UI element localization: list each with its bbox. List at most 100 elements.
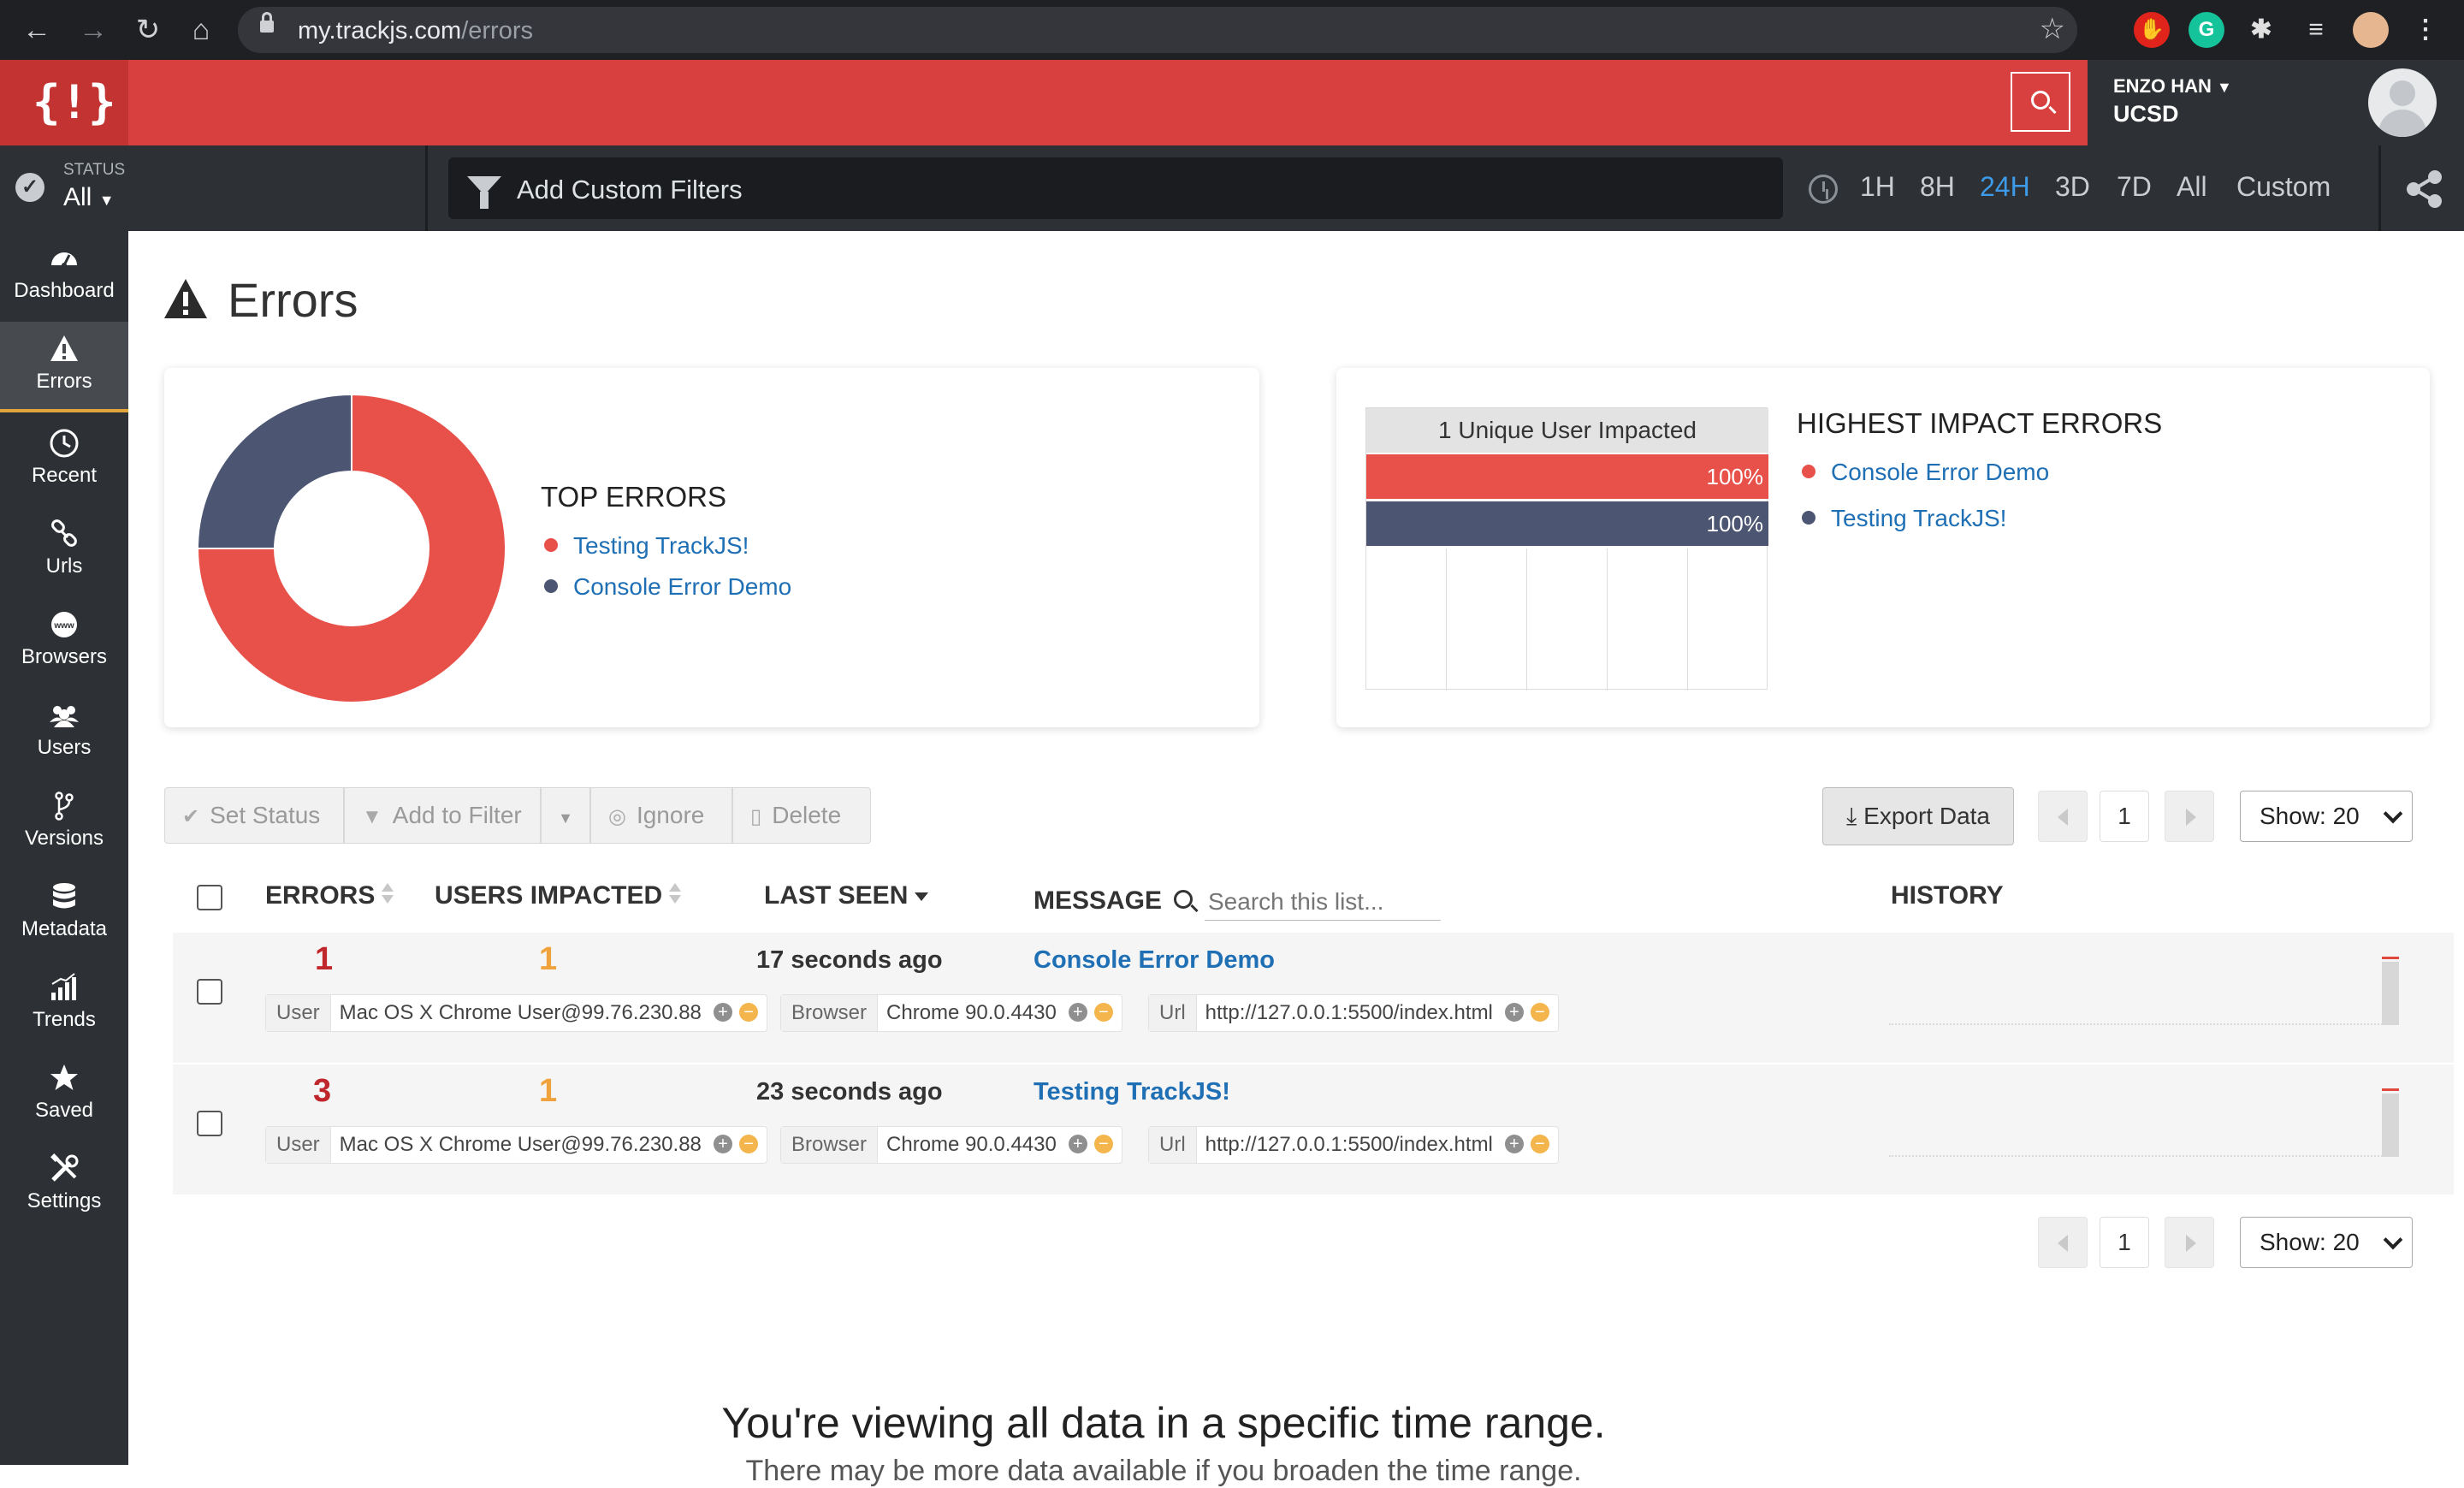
status-dropdown[interactable]: ✓ STATUS All ▼: [0, 145, 428, 231]
custom-filters-input[interactable]: Add Custom Filters: [448, 157, 1783, 219]
time-option-8h[interactable]: 8H: [1920, 171, 1955, 203]
exclude-filter-minus-icon[interactable]: −: [1093, 1134, 1113, 1153]
add-filter-plus-icon[interactable]: +: [1068, 1002, 1087, 1022]
clock-icon: [1809, 175, 1838, 204]
download-icon: ⤓: [1845, 803, 1857, 829]
sidebar-item-urls[interactable]: Urls: [0, 507, 128, 597]
sidebar-item-users[interactable]: Users: [0, 688, 128, 779]
pagination-prev-button[interactable]: [2038, 791, 2088, 842]
donut-slice[interactable]: [197, 394, 352, 549]
lock-icon: [260, 12, 274, 33]
add-filter-plus-icon[interactable]: +: [1068, 1134, 1087, 1153]
sidebar-item-metadata[interactable]: Metadata: [0, 869, 128, 960]
adblock-extension-icon[interactable]: ✋: [2134, 12, 2170, 48]
top-errors-legend-item[interactable]: Testing TrackJS!: [544, 532, 749, 560]
row-message-link[interactable]: Console Error Demo: [1034, 946, 1275, 975]
pagination-page-number[interactable]: 1: [2100, 1217, 2149, 1268]
set-status-button[interactable]: ✔ Set Status: [164, 787, 344, 844]
impact-legend-item[interactable]: Testing TrackJS!: [1802, 505, 2006, 532]
time-option-custom[interactable]: Custom: [2236, 171, 2331, 203]
time-option-all[interactable]: All: [2177, 171, 2207, 203]
user-tag: User Mac OS X Chrome User@99.76.230.88 + −: [265, 1126, 767, 1164]
chart-gridline: [1687, 548, 1688, 691]
time-option-1h[interactable]: 1H: [1860, 171, 1895, 203]
chevron-down-icon: [2383, 1230, 2403, 1250]
impact-legend-item[interactable]: Console Error Demo: [1802, 459, 2049, 486]
users-icon: [50, 706, 79, 727]
address-url: my.trackjs.com/errors: [298, 17, 533, 44]
forward-arrow-icon[interactable]: →: [74, 10, 113, 50]
message-search-input[interactable]: [1205, 883, 1441, 921]
back-arrow-icon[interactable]: ←: [17, 10, 56, 50]
check-circle-icon: ✔: [182, 805, 200, 828]
select-all-checkbox[interactable]: [197, 885, 222, 910]
time-option-3d[interactable]: 3D: [2055, 171, 2090, 203]
add-filter-plus-icon[interactable]: +: [1504, 1134, 1524, 1153]
row-users-count: 1: [539, 1073, 558, 1109]
exclude-filter-minus-icon[interactable]: −: [1530, 1002, 1549, 1022]
grammarly-extension-icon[interactable]: G: [2189, 12, 2224, 48]
link-icon: [51, 519, 77, 547]
delete-button[interactable]: ▯ Delete: [732, 787, 871, 844]
column-header-errors[interactable]: ERRORS: [265, 881, 394, 910]
pagination-prev-button[interactable]: [2038, 1217, 2088, 1268]
exclude-filter-minus-icon[interactable]: −: [1530, 1134, 1549, 1153]
add-filter-plus-icon[interactable]: +: [1504, 1002, 1524, 1022]
ignore-button[interactable]: ◎ Ignore: [590, 787, 732, 844]
home-icon[interactable]: ⌂: [181, 10, 221, 50]
status-value: All ▼: [63, 183, 115, 211]
add-to-filter-dropdown-button[interactable]: ▼: [541, 787, 590, 844]
sidebar-item-browsers[interactable]: www Browsers: [0, 597, 128, 688]
status-label: STATUS: [63, 161, 126, 179]
row-checkbox[interactable]: [197, 1111, 222, 1136]
row-error-count: 1: [315, 941, 334, 977]
time-range-notice: You're viewing all data in a specific ti…: [721, 1399, 1606, 1447]
sidebar-item-settings[interactable]: Settings: [0, 1141, 128, 1232]
page-size-select[interactable]: Show: 20: [2240, 791, 2413, 842]
column-header-users-impacted[interactable]: USERS IMPACTED: [435, 881, 682, 910]
bookmark-star-icon[interactable]: ☆: [2040, 12, 2065, 46]
pagination-next-button[interactable]: [2165, 791, 2214, 842]
browser-tag: Browser Chrome 90.0.4430 + −: [780, 994, 1122, 1032]
reading-list-icon[interactable]: ≡: [2298, 12, 2334, 48]
time-option-7d[interactable]: 7D: [2117, 171, 2152, 203]
sidebar-item-trends[interactable]: Trends: [0, 960, 128, 1051]
add-filter-plus-icon[interactable]: +: [713, 1134, 732, 1153]
row-checkbox[interactable]: [197, 979, 222, 1005]
column-header-last-seen[interactable]: LAST SEEN: [764, 881, 929, 910]
top-errors-legend-item[interactable]: Console Error Demo: [544, 573, 791, 601]
sort-icon: [669, 883, 682, 905]
add-filter-plus-icon[interactable]: +: [713, 1002, 732, 1022]
pagination-next-button[interactable]: [2165, 1217, 2214, 1268]
share-button[interactable]: [2378, 145, 2464, 231]
pagination-page-number[interactable]: 1: [2100, 791, 2149, 842]
page-size-select[interactable]: Show: 20: [2240, 1217, 2413, 1268]
exclude-filter-minus-icon[interactable]: −: [738, 1134, 758, 1153]
trackjs-logo[interactable]: {!}: [0, 60, 128, 145]
search-icon: [2031, 91, 2050, 110]
user-menu[interactable]: ENZO HAN ▼ UCSD: [2088, 60, 2464, 145]
time-option-24h[interactable]: 24H: [1980, 171, 2030, 203]
trackjs-logo-icon: {!}: [33, 75, 116, 129]
table-row[interactable]: 1 1 17 seconds ago Console Error Demo Us…: [173, 933, 2454, 1063]
sidebar-item-errors[interactable]: Errors: [0, 322, 128, 412]
avatar[interactable]: [2368, 68, 2437, 137]
sidebar-item-recent[interactable]: Recent: [0, 416, 128, 507]
table-row[interactable]: 3 1 23 seconds ago Testing TrackJS! User…: [173, 1064, 2454, 1195]
add-to-filter-button[interactable]: ▼ Add to Filter: [344, 787, 541, 844]
row-last-seen: 23 seconds ago: [756, 1078, 943, 1106]
sidebar-item-dashboard[interactable]: Dashboard: [0, 231, 128, 322]
sidebar-item-versions[interactable]: Versions: [0, 779, 128, 869]
global-search-button[interactable]: [2011, 72, 2070, 132]
puzzle-extensions-icon[interactable]: ✱: [2243, 12, 2279, 48]
profile-avatar-icon[interactable]: [2353, 12, 2389, 48]
row-message-link[interactable]: Testing TrackJS!: [1034, 1078, 1230, 1106]
exclude-filter-minus-icon[interactable]: −: [1093, 1002, 1113, 1022]
reload-icon[interactable]: ↻: [128, 10, 168, 50]
browser-menu-icon[interactable]: ⋮: [2408, 12, 2443, 48]
exclude-filter-minus-icon[interactable]: −: [738, 1002, 758, 1022]
sidebar-item-saved[interactable]: Saved: [0, 1051, 128, 1141]
history-sparkline-peak: [2382, 1088, 2399, 1091]
export-data-button[interactable]: ⤓ Export Data: [1822, 787, 2014, 845]
address-bar[interactable]: my.trackjs.com/errors ☆: [238, 7, 2077, 53]
